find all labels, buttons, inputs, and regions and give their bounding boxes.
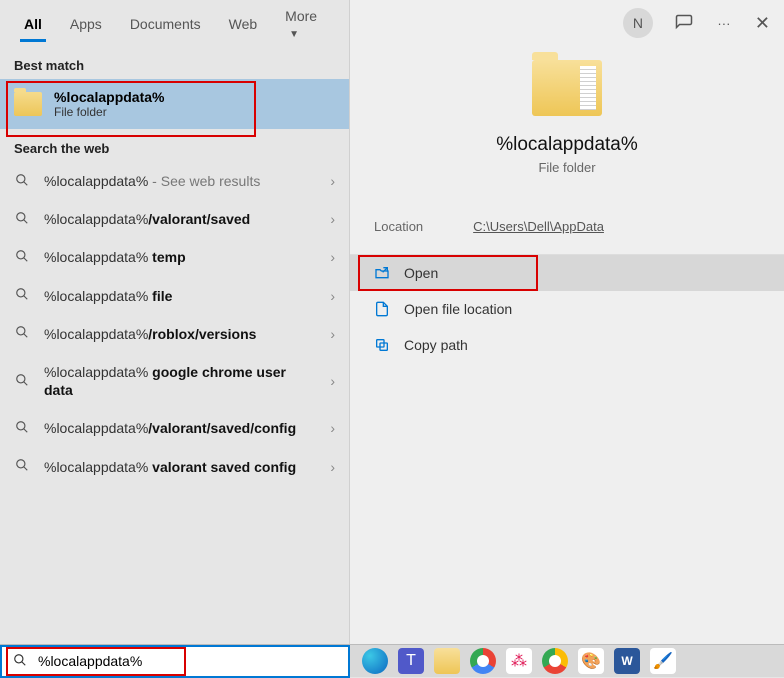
web-result-text: %localappdata% google chrome user data [44,363,316,399]
taskbar-app-edge[interactable] [362,648,388,674]
web-result[interactable]: %localappdata% valorant saved config › [0,448,349,486]
taskbar-app-palette[interactable]: 🖌️ [650,648,676,674]
action-open[interactable]: Open [350,255,784,291]
chevron-right-icon: › [330,459,335,475]
search-icon [14,173,30,190]
tab-more[interactable]: More ▼ [271,0,339,50]
chevron-right-icon: › [330,288,335,304]
close-icon[interactable]: ✕ [755,13,770,34]
action-open-location[interactable]: Open file location [350,291,784,327]
avatar[interactable]: N [623,8,653,38]
search-icon [14,373,30,390]
search-icon [12,653,28,670]
taskbar-app-explorer[interactable] [434,648,460,674]
action-copy-path[interactable]: Copy path [350,327,784,363]
chevron-right-icon: › [330,249,335,265]
taskbar-app-teams[interactable]: T [398,648,424,674]
tab-more-label: More [285,8,317,24]
chevron-right-icon: › [330,326,335,342]
chevron-right-icon: › [330,211,335,227]
web-result[interactable]: %localappdata% - See web results › [0,162,349,200]
search-input[interactable] [38,653,338,669]
chevron-right-icon: › [330,173,335,189]
best-match-title: %localappdata% [54,89,164,105]
web-results-list: %localappdata% - See web results›%locala… [0,162,349,644]
web-result[interactable]: %localappdata%/roblox/versions › [0,315,349,353]
search-icon [14,211,30,228]
more-icon[interactable]: ··· [715,14,733,32]
preview-subtitle: File folder [538,160,595,175]
taskbar-search-box[interactable] [0,645,350,678]
web-result-text: %localappdata% temp [44,248,316,266]
preview-title: %localappdata% [496,134,638,156]
search-icon [14,249,30,266]
web-result-text: %localappdata%/valorant/saved/config [44,419,316,437]
taskbar-app-paint[interactable]: 🎨 [578,648,604,674]
action-open-location-label: Open file location [404,301,512,317]
tab-all[interactable]: All [10,4,56,42]
section-search-web: Search the web [0,129,349,162]
web-result[interactable]: %localappdata% google chrome user data › [0,353,349,409]
web-result[interactable]: %localappdata% temp › [0,238,349,276]
web-result-text: %localappdata% - See web results [44,172,316,190]
folder-icon [14,92,42,116]
taskbar-app-chrome[interactable] [470,648,496,674]
web-result[interactable]: %localappdata%/valorant/saved › [0,200,349,238]
file-location-icon [374,301,390,317]
web-result-text: %localappdata%/valorant/saved [44,210,316,228]
action-open-label: Open [404,265,438,281]
web-result-text: %localappdata%/roblox/versions [44,325,316,343]
best-match-result[interactable]: %localappdata% File folder [0,79,349,129]
tab-web[interactable]: Web [215,4,272,42]
feedback-icon[interactable] [675,14,693,32]
tab-documents[interactable]: Documents [116,4,215,42]
copy-icon [374,337,390,353]
search-icon [14,287,30,304]
chevron-down-icon: ▼ [289,29,299,40]
open-icon [374,265,390,281]
tab-apps[interactable]: Apps [56,4,116,42]
search-icon [14,325,30,342]
taskbar-app-slack[interactable]: ⁂ [506,648,532,674]
section-best-match: Best match [0,46,349,79]
web-result-text: %localappdata% file [44,287,316,305]
location-row: Location C:\Users\Dell\AppData [350,199,784,255]
taskbar: T ⁂ 🎨 W 🖌️ [0,644,784,677]
web-result[interactable]: %localappdata%/valorant/saved/config › [0,409,349,447]
location-label: Location [374,219,423,234]
search-icon [14,458,30,475]
action-copy-path-label: Copy path [404,337,468,353]
taskbar-app-word[interactable]: W [614,648,640,674]
web-result-text: %localappdata% valorant saved config [44,458,316,476]
search-icon [14,420,30,437]
web-result[interactable]: %localappdata% file › [0,277,349,315]
folder-icon [532,60,602,116]
chevron-right-icon: › [330,420,335,436]
location-link[interactable]: C:\Users\Dell\AppData [473,219,604,234]
chevron-right-icon: › [330,373,335,389]
best-match-subtitle: File folder [54,105,164,119]
taskbar-app-chrome-canary[interactable] [542,648,568,674]
